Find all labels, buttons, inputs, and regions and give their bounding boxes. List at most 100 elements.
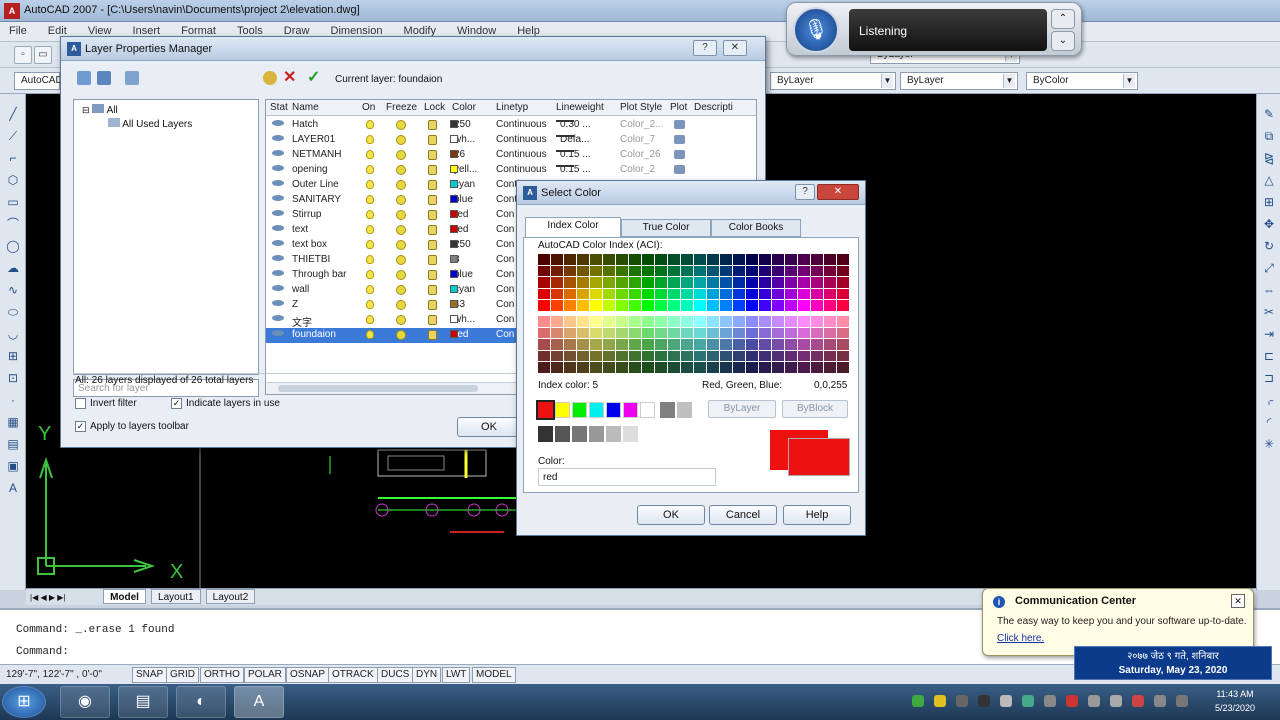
layer-linetype[interactable]: Continuous	[496, 134, 547, 145]
aci-swatch[interactable]	[837, 277, 849, 288]
aci-swatch[interactable]	[681, 327, 693, 339]
aci-swatch[interactable]	[733, 254, 745, 265]
aci-swatch[interactable]	[707, 362, 719, 373]
polygon-icon[interactable]: ⬡	[5, 172, 21, 188]
make-block-icon[interactable]: ⊡	[5, 370, 21, 386]
aci-swatch[interactable]	[551, 300, 563, 311]
aci-swatch[interactable]	[785, 288, 797, 300]
flag-icon[interactable]	[1110, 695, 1122, 707]
aci-swatch[interactable]	[551, 350, 563, 362]
col-plotstyle[interactable]: Plot Style	[620, 102, 662, 113]
aci-swatch[interactable]	[759, 277, 771, 288]
ortho-toggle[interactable]: ORTHO	[200, 667, 244, 683]
osnap-toggle[interactable]: OSNAP	[286, 667, 330, 683]
aci-swatch[interactable]	[590, 350, 602, 362]
arc-icon[interactable]: ⌒	[5, 216, 21, 232]
tray-icon[interactable]	[978, 695, 990, 707]
aci-swatch[interactable]	[681, 288, 693, 300]
aci-swatch[interactable]	[824, 316, 836, 327]
menu-file[interactable]: File	[0, 22, 36, 40]
aci-swatch[interactable]	[668, 362, 680, 373]
aci-swatch[interactable]	[720, 300, 732, 311]
aci-swatch[interactable]	[772, 300, 784, 311]
aci-swatch[interactable]	[707, 339, 719, 350]
aci-swatch[interactable]	[616, 265, 628, 277]
aci-swatch[interactable]	[668, 316, 680, 327]
scrollbar-thumb[interactable]	[278, 385, 478, 392]
aci-swatch[interactable]	[759, 327, 771, 339]
layer-lineweight[interactable]: 0.15 ...	[556, 164, 591, 175]
aci-swatch[interactable]	[590, 316, 602, 327]
standard-color-swatch[interactable]	[677, 402, 692, 418]
aci-swatch[interactable]	[746, 339, 758, 350]
aci-swatch[interactable]	[733, 277, 745, 288]
aci-swatch[interactable]	[837, 300, 849, 311]
start-button-icon[interactable]: ⊞	[2, 686, 46, 718]
gray-color-swatch[interactable]	[589, 426, 604, 442]
tab-layout2[interactable]: Layout2	[205, 589, 256, 604]
apply-to-toolbar-checkbox[interactable]: ✓ Apply to layers toolbar	[75, 421, 189, 432]
aci-swatch[interactable]	[577, 316, 589, 327]
aci-swatch[interactable]	[564, 362, 576, 373]
layer-row[interactable]: opening yell... Continuous 0.15 ... Color_2	[266, 163, 756, 178]
aci-swatch[interactable]	[538, 265, 550, 277]
aci-swatch[interactable]	[798, 316, 810, 327]
aci-swatch[interactable]	[616, 339, 628, 350]
aci-swatch[interactable]	[694, 316, 706, 327]
file-explorer-icon[interactable]: ▤	[118, 686, 168, 718]
layer-name[interactable]: Hatch	[292, 119, 318, 130]
layer-color[interactable]: blue	[450, 269, 473, 280]
new-file-icon[interactable]: ▫	[14, 46, 32, 64]
aci-swatch[interactable]	[551, 316, 563, 327]
aci-swatch[interactable]	[785, 327, 797, 339]
command-prompt-line[interactable]: Command:	[16, 646, 69, 658]
layer-name[interactable]: THIETBI	[292, 254, 330, 265]
aci-swatch[interactable]	[837, 254, 849, 265]
aci-swatch[interactable]	[720, 327, 732, 339]
layer-color[interactable]: yell...	[450, 164, 477, 175]
aci-swatch[interactable]	[772, 277, 784, 288]
aci-swatch[interactable]	[629, 362, 641, 373]
aci-swatch[interactable]	[837, 362, 849, 373]
aci-swatch[interactable]	[642, 316, 654, 327]
aci-swatch[interactable]	[785, 362, 797, 373]
aci-swatch[interactable]	[564, 254, 576, 265]
standard-color-swatch[interactable]	[589, 402, 604, 418]
aci-swatch[interactable]	[668, 288, 680, 300]
aci-swatch[interactable]	[616, 300, 628, 311]
aci-swatch[interactable]	[772, 327, 784, 339]
aci-swatch[interactable]	[772, 362, 784, 373]
aci-swatch[interactable]	[720, 254, 732, 265]
tray-icon[interactable]	[1088, 695, 1100, 707]
lpm-title-bar[interactable]: A Layer Properties Manager ? ✕	[61, 37, 765, 61]
aci-swatch[interactable]	[538, 288, 550, 300]
widget-options-button[interactable]: ⌄	[1051, 31, 1075, 51]
aci-swatch[interactable]	[837, 327, 849, 339]
aci-swatch[interactable]	[746, 327, 758, 339]
explode-icon[interactable]: ✳	[1261, 436, 1277, 452]
aci-swatch[interactable]	[798, 254, 810, 265]
aci-swatch[interactable]	[668, 254, 680, 265]
snap-toggle[interactable]: SNAP	[132, 667, 168, 683]
aci-swatch[interactable]	[538, 327, 550, 339]
aci-swatch[interactable]	[707, 350, 719, 362]
aci-swatch[interactable]	[681, 362, 693, 373]
aci-swatch[interactable]	[590, 277, 602, 288]
aci-swatch[interactable]	[603, 316, 615, 327]
aci-swatch[interactable]	[694, 288, 706, 300]
layer-linetype[interactable]: Continuous	[496, 149, 547, 160]
indicate-layers-checkbox[interactable]: ✓ Indicate layers in use	[171, 398, 280, 409]
aci-swatch[interactable]	[655, 339, 667, 350]
aci-swatch[interactable]	[551, 327, 563, 339]
ellipse-icon[interactable]: ⬭	[5, 304, 21, 320]
aci-swatch[interactable]	[668, 300, 680, 311]
aci-swatch[interactable]	[694, 254, 706, 265]
line-icon[interactable]: ╱	[5, 106, 21, 122]
aci-swatch[interactable]	[603, 288, 615, 300]
aci-swatch[interactable]	[746, 277, 758, 288]
aci-swatch[interactable]	[720, 362, 732, 373]
layer-linetype[interactable]: Con	[496, 284, 514, 295]
aci-swatch[interactable]	[811, 339, 823, 350]
aci-swatch[interactable]	[759, 265, 771, 277]
aci-swatch[interactable]	[538, 254, 550, 265]
